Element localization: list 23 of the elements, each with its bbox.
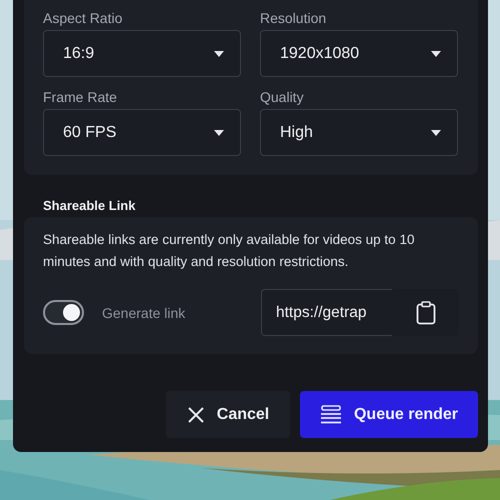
queue-render-button[interactable]: Queue render — [300, 391, 478, 438]
field-label: Resolution — [260, 10, 328, 26]
dropdown[interactable]: 60 FPS — [43, 109, 241, 156]
field-label: Quality — [260, 89, 305, 105]
toggle-label: Generate link — [102, 304, 186, 320]
link-field[interactable]: https://getrap — [261, 289, 392, 336]
toggle-switch[interactable] — [43, 300, 84, 325]
clipboard-icon — [416, 300, 436, 324]
field-label: Frame Rate — [43, 89, 118, 105]
section-title: Shareable Link — [43, 198, 136, 213]
dropdown[interactable]: 16:9 — [43, 30, 241, 77]
dropdown[interactable]: High — [260, 109, 458, 156]
caret-icon — [214, 130, 224, 136]
dropdown[interactable]: 1920x1080 — [260, 30, 458, 77]
caret-icon — [431, 130, 441, 136]
list-icon — [320, 404, 342, 424]
description-text: Shareable links are currently only available for videos up to 10 minutes and with quality and resolution restrictions. — [43, 231, 416, 271]
field-label: Aspect Ratio — [43, 10, 124, 26]
copy-button[interactable] — [392, 289, 459, 336]
cancel-button[interactable]: Cancel — [166, 391, 290, 438]
caret-icon — [214, 50, 224, 56]
caret-icon — [431, 50, 441, 56]
close-icon — [186, 406, 205, 424]
